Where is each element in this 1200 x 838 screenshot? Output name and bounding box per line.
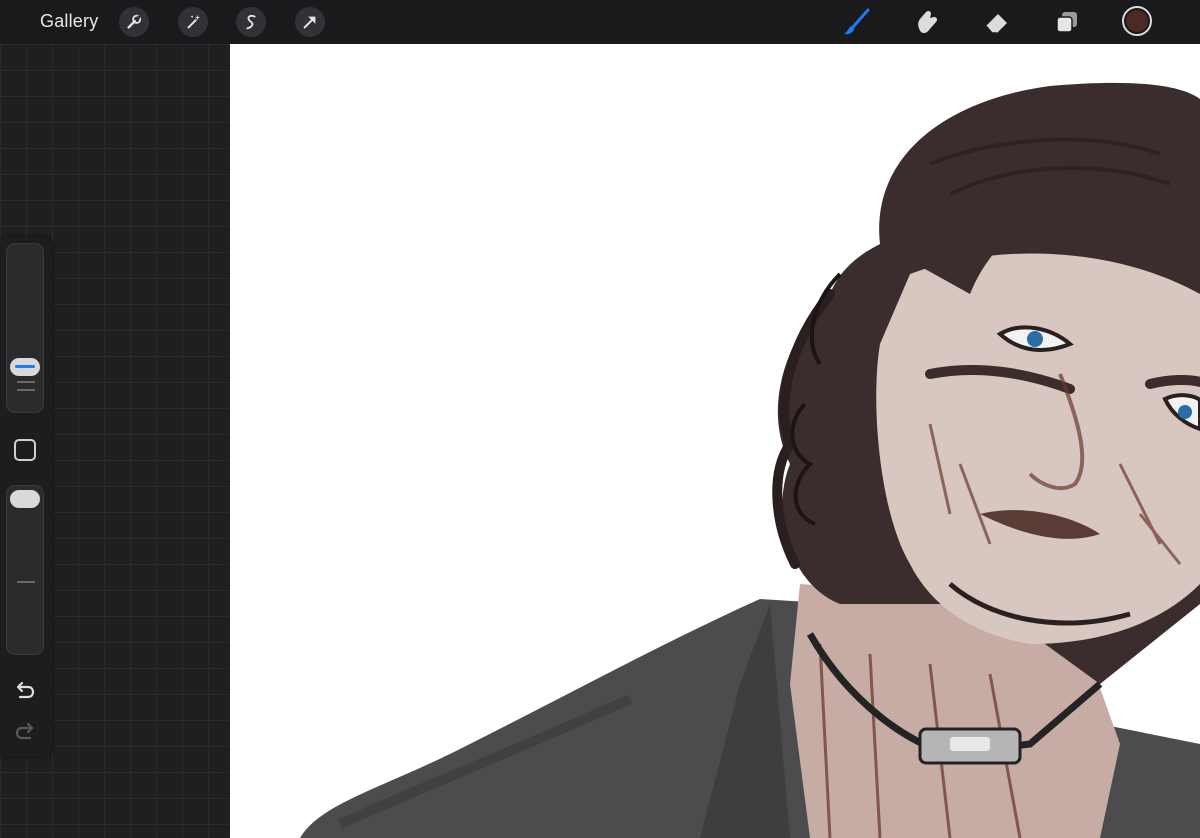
drawing-canvas[interactable] bbox=[230, 44, 1200, 838]
artwork-painting bbox=[300, 82, 1200, 838]
color-picker-button[interactable] bbox=[1122, 6, 1152, 36]
selection-button[interactable] bbox=[236, 7, 266, 37]
eraser-tool-button[interactable] bbox=[981, 6, 1013, 38]
brush-size-handle[interactable] bbox=[10, 358, 40, 376]
smudge-icon bbox=[918, 10, 938, 34]
wrench-icon bbox=[127, 14, 142, 29]
redo-icon bbox=[15, 722, 34, 740]
layers-button[interactable] bbox=[1051, 6, 1083, 38]
redo-button[interactable] bbox=[13, 719, 37, 743]
left-sidebar bbox=[0, 237, 52, 757]
undo-icon bbox=[16, 681, 35, 699]
transform-button[interactable] bbox=[295, 7, 325, 37]
eraser-icon bbox=[985, 14, 1007, 34]
adjustments-button[interactable] bbox=[178, 7, 208, 37]
current-color-swatch bbox=[1126, 10, 1148, 32]
brush-size-slider[interactable] bbox=[6, 243, 44, 413]
smudge-tool-button[interactable] bbox=[910, 6, 942, 38]
selection-icon bbox=[246, 14, 256, 30]
modifier-button[interactable] bbox=[14, 439, 36, 461]
transform-arrow-icon bbox=[303, 16, 316, 29]
brush-icon bbox=[844, 8, 870, 35]
top-toolbar: Gallery bbox=[0, 0, 1200, 45]
magic-wand-icon bbox=[187, 14, 201, 29]
gallery-button[interactable]: Gallery bbox=[40, 11, 98, 32]
brush-tool-button[interactable] bbox=[840, 6, 872, 38]
opacity-slider[interactable] bbox=[6, 485, 44, 655]
undo-button[interactable] bbox=[13, 678, 37, 702]
layers-icon bbox=[1056, 12, 1077, 33]
actions-button[interactable] bbox=[119, 7, 149, 37]
opacity-handle[interactable] bbox=[10, 490, 40, 508]
